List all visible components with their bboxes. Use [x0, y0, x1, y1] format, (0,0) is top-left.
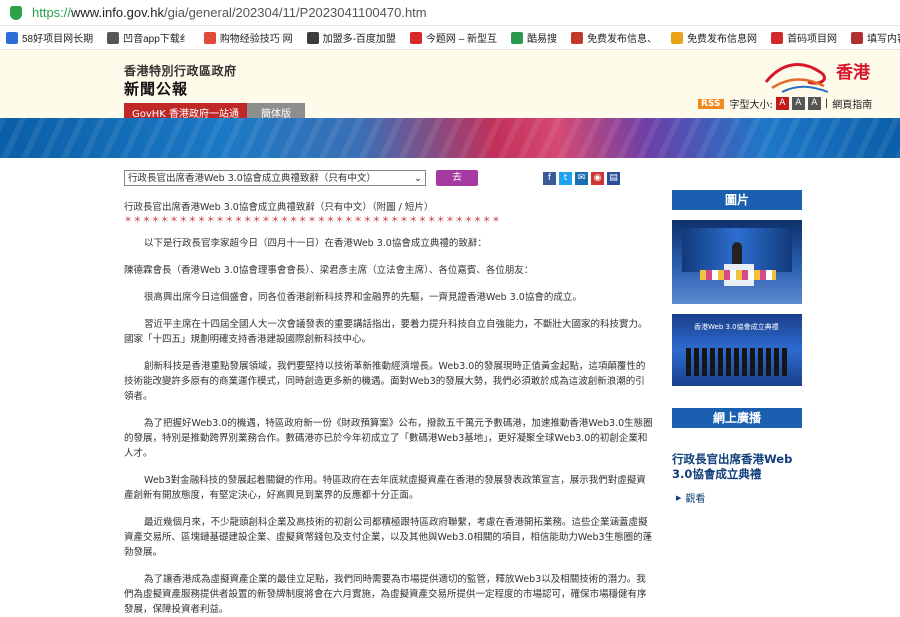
bookmark-item[interactable]: 首码项目网	[771, 30, 837, 45]
bookmark-label: 购物经验技巧 网	[219, 34, 293, 45]
bookmark-favicon-icon	[671, 31, 684, 44]
top-nav: GovHK 香港政府一站通 簡体版	[124, 103, 306, 120]
star-divider: ＊＊＊＊＊＊＊＊＊＊＊＊＊＊＊＊＊＊＊＊＊＊＊＊＊＊＊＊＊＊＊＊＊＊＊＊＊＊＊＊…	[124, 215, 502, 224]
site-guide-link[interactable]: 網頁指南	[832, 96, 872, 111]
group-figures	[686, 348, 790, 376]
bookmark-label: 今题网 – 新型互	[425, 34, 498, 45]
article-paragraph: 為了讓香港成為虛擬資產企業的最佳立足點，我們同時需要為市場提供適切的監管，釋放W…	[124, 574, 647, 615]
brand-logo-text: 香港	[836, 63, 870, 83]
bookmark-item[interactable]: 酷易搜	[511, 30, 557, 45]
email-icon[interactable]: ✉	[575, 171, 588, 185]
article-paragraph: 最近幾個月來，不少龍頭創科企業及高技術的初創公司都積極跟特區政府聯繫，考慮在香港…	[124, 517, 653, 558]
site-title[interactable]: 新聞公報	[124, 78, 188, 99]
url-text[interactable]: https://www.info.gov.hk/gia/general/2023…	[32, 5, 427, 20]
article: 行政長官出席香港Web 3.0協會成立典禮致辭（只有中文） ⌄ 去 f t ✉ …	[124, 168, 654, 617]
simplified-chinese-link[interactable]: 簡体版	[247, 103, 306, 120]
font-size-small-button[interactable]: A	[775, 97, 789, 110]
decorative-banner	[0, 118, 900, 158]
sidebar: 圖片 香港Web 3.0協會成立典禮 網上廣播 行政長官出席香港Web 3.0協…	[672, 190, 802, 505]
bookmark-favicon-icon	[107, 31, 120, 44]
bookmark-favicon-icon	[203, 31, 216, 44]
print-icon[interactable]: ▤	[607, 171, 620, 185]
bookmark-favicon-icon	[6, 31, 18, 44]
chevron-down-icon: ⌄	[414, 172, 422, 184]
font-size-large-button[interactable]: A	[807, 97, 821, 110]
article-body: 以下是行政長官李家超今日（四月十一日）在香港Web 3.0協會成立典禮的致辭： 陳…	[124, 236, 654, 617]
article-paragraph: 以下是行政長官李家超今日（四月十一日）在香港Web 3.0協會成立典禮的致辭：	[144, 238, 487, 249]
facebook-icon[interactable]: f	[543, 171, 556, 185]
watch-link[interactable]: ▶ 觀看	[672, 490, 802, 506]
bookmark-label: 免费发布信息网	[687, 34, 758, 45]
secure-shield-icon	[10, 5, 22, 20]
article-paragraph: 創新科技是香港重點發展領域，我們要堅持以技術革新推動經濟增長。Web3.0的發展…	[124, 361, 646, 402]
webcast-title: 行政長官出席香港Web 3.0協會成立典禮	[672, 452, 793, 481]
bookmark-item[interactable]: 免费发布信息、	[571, 30, 657, 45]
font-size-medium-button[interactable]: A	[791, 97, 805, 110]
rss-button[interactable]: RSS	[698, 98, 724, 109]
font-size-label: 字型大小:	[729, 100, 773, 111]
bookmark-label: 加盟多-百度加盟	[322, 34, 396, 45]
bookmark-favicon-icon	[306, 31, 319, 44]
bookmark-label: 58好项目网长期	[22, 34, 94, 45]
article-paragraph: 習近平主席在十四屆全國人大一次會議發表的重要講話指出，要着力提升科技自立自強能力…	[124, 319, 648, 345]
webcast-heading: 網上廣播	[672, 408, 802, 428]
article-paragraph: 很高興出席今日這個盛會，同各位香港創新科技界和金融界的先驅，一齊見證香港Web …	[144, 292, 582, 303]
photo-group[interactable]: 香港Web 3.0協會成立典禮	[672, 314, 802, 386]
bookmarks-bar: 58好项目网长期 凹音app下载纟 购物经验技巧 网 加盟多-百度加盟 今题网 – 新型…	[0, 26, 900, 50]
bookmark-item[interactable]: 购物经验技巧 网	[203, 30, 293, 45]
bookmark-item[interactable]: 58好项目网长期	[6, 30, 93, 45]
bookmark-label: 酷易搜	[527, 34, 558, 45]
bookmark-favicon-icon	[571, 31, 584, 44]
bookmark-favicon-icon	[511, 31, 524, 44]
divider: |	[824, 98, 829, 109]
weibo-icon[interactable]: ◉	[591, 171, 604, 185]
bookmark-favicon-icon	[771, 31, 784, 44]
bookmark-label: 填写内容-登录	[867, 34, 900, 45]
article-headline: 行政長官出席香港Web 3.0協會成立典禮致辭（只有中文）（附圖 / 短片）	[124, 202, 434, 213]
header-tools: RSS 字型大小: A A A | 網頁指南	[698, 96, 872, 111]
bookmark-item[interactable]: 加盟多-百度加盟	[306, 30, 396, 45]
bookmark-item[interactable]: 填写内容-登录	[851, 30, 900, 45]
speaker-figure	[732, 242, 742, 266]
address-bar[interactable]: https://www.info.gov.hk/gia/general/2023…	[0, 0, 900, 26]
bookmark-item[interactable]: 今题网 – 新型互	[409, 30, 498, 45]
bookmark-label: 凹音app下载纟	[123, 34, 190, 45]
photo-speech[interactable]	[672, 220, 802, 304]
bookmark-label: 首码项目网	[787, 34, 838, 45]
article-select[interactable]: 行政長官出席香港Web 3.0協會成立典禮致辭（只有中文） ⌄	[124, 170, 426, 186]
twitter-icon[interactable]: t	[559, 171, 572, 185]
go-button[interactable]: 去	[436, 170, 478, 186]
article-select-row: 行政長官出席香港Web 3.0協會成立典禮致辭（只有中文） ⌄ 去 f t ✉ …	[124, 168, 654, 188]
article-paragraph: 陳德霖會長（香港Web 3.0協會理事會會長）、梁君彥主席（立法會主席）、各位嘉…	[124, 265, 534, 276]
photos-heading: 圖片	[672, 190, 802, 210]
bookmark-item[interactable]: 凹音app下载纟	[107, 30, 190, 45]
bookmark-item[interactable]: 免费发布信息网	[671, 30, 757, 45]
bookmark-label: 免费发布信息、	[587, 34, 658, 45]
share-icons: f t ✉ ◉ ▤	[543, 171, 620, 185]
bookmark-favicon-icon	[851, 31, 864, 44]
govt-name: 香港特別行政區政府	[124, 64, 237, 78]
article-paragraph: Web3對金融科技的發展起着關鍵的作用。特區政府在去年底就虛擬資產在香港的發展發…	[124, 475, 646, 501]
photo-caption: 香港Web 3.0協會成立典禮	[694, 323, 779, 331]
article-paragraph: 為了把握好Web3.0的機遇，特區政府新一份《財政預算案》公布，撥款五千萬元予數…	[124, 418, 653, 459]
govhk-link[interactable]: GovHK 香港政府一站通	[124, 103, 248, 120]
play-arrow-icon: ▶	[676, 493, 682, 502]
bookmark-favicon-icon	[409, 31, 422, 44]
flowers	[700, 270, 776, 280]
